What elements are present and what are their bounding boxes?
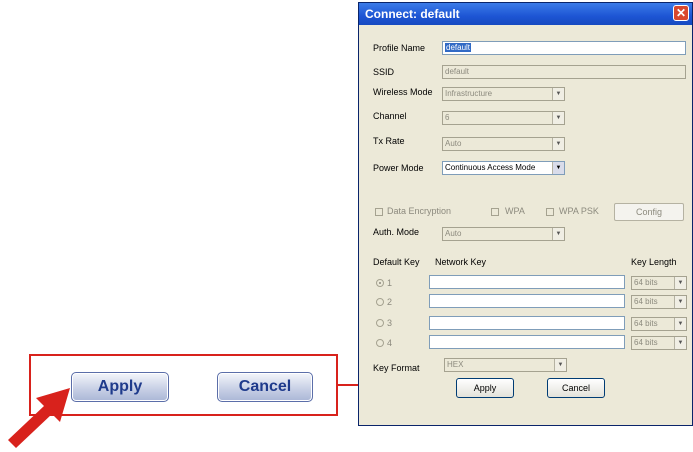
ssid-input[interactable]: default bbox=[442, 65, 686, 79]
key-radio-1[interactable] bbox=[376, 279, 384, 287]
profile-name-input[interactable]: default bbox=[442, 41, 686, 55]
pointer-arrow bbox=[8, 388, 70, 448]
key-num-3: 3 bbox=[387, 318, 393, 328]
key-format-label: Key Format bbox=[373, 363, 420, 373]
key-length-value-3: 64 bits bbox=[634, 319, 658, 328]
data-encryption-checkbox[interactable] bbox=[375, 208, 383, 216]
network-key-input-4[interactable] bbox=[429, 335, 625, 349]
power-mode-value: Continuous Access Mode bbox=[445, 163, 536, 172]
chevron-down-icon: ▼ bbox=[552, 138, 564, 150]
chevron-down-icon: ▼ bbox=[674, 318, 686, 330]
network-key-input-2[interactable] bbox=[429, 294, 625, 308]
auth-mode-label: Auth. Mode bbox=[373, 227, 420, 237]
channel-select[interactable]: 6 ▼ bbox=[442, 111, 565, 125]
wireless-mode-select[interactable]: Infrastructure ▼ bbox=[442, 87, 565, 101]
wireless-mode-value: Infrastructure bbox=[445, 89, 493, 98]
tx-rate-select[interactable]: Auto ▼ bbox=[442, 137, 565, 151]
chevron-down-icon: ▼ bbox=[552, 162, 564, 174]
key-format-select[interactable]: HEX ▼ bbox=[444, 358, 567, 372]
key-length-select-1[interactable]: 64 bits ▼ bbox=[631, 276, 687, 290]
config-button[interactable]: Config bbox=[614, 203, 684, 221]
chevron-down-icon: ▼ bbox=[554, 359, 566, 371]
ssid-label: SSID bbox=[373, 67, 395, 77]
apply-button[interactable]: Apply bbox=[456, 378, 514, 398]
profile-name-value: default bbox=[445, 43, 472, 52]
key-num-2: 2 bbox=[387, 297, 393, 307]
key-radio-4[interactable] bbox=[376, 339, 384, 347]
key-length-select-3[interactable]: 64 bits ▼ bbox=[631, 317, 687, 331]
dialog-title: Connect: default bbox=[365, 7, 460, 21]
network-key-header: Network Key bbox=[435, 257, 487, 267]
wpa-psk-checkbox[interactable] bbox=[546, 208, 554, 216]
key-num-4: 4 bbox=[387, 338, 393, 348]
chevron-down-icon: ▼ bbox=[674, 277, 686, 289]
channel-value: 6 bbox=[445, 113, 450, 122]
chevron-down-icon: ▼ bbox=[552, 112, 564, 124]
tx-rate-label: Tx Rate bbox=[373, 136, 405, 146]
network-key-input-1[interactable] bbox=[429, 275, 625, 289]
network-key-input-3[interactable] bbox=[429, 316, 625, 330]
chevron-down-icon: ▼ bbox=[552, 228, 564, 240]
key-length-value-4: 64 bits bbox=[634, 338, 658, 347]
key-radio-2[interactable] bbox=[376, 298, 384, 306]
key-radio-3[interactable] bbox=[376, 319, 384, 327]
key-num-1: 1 bbox=[387, 278, 393, 288]
key-length-value-1: 64 bits bbox=[634, 278, 658, 287]
key-length-header: Key Length bbox=[631, 257, 677, 267]
wpa-label: WPA bbox=[505, 206, 525, 216]
auth-mode-select[interactable]: Auto ▼ bbox=[442, 227, 565, 241]
wpa-psk-label: WPA PSK bbox=[559, 206, 599, 216]
wireless-mode-label: Wireless Mode bbox=[373, 87, 433, 97]
key-length-select-4[interactable]: 64 bits ▼ bbox=[631, 336, 687, 350]
power-mode-select[interactable]: Continuous Access Mode ▼ bbox=[442, 161, 565, 175]
chevron-down-icon: ▼ bbox=[674, 296, 686, 308]
wpa-checkbox[interactable] bbox=[491, 208, 499, 216]
close-icon[interactable]: ✕ bbox=[673, 5, 689, 21]
key-length-select-2[interactable]: 64 bits ▼ bbox=[631, 295, 687, 309]
connect-dialog: Connect: default ✕ Profile Name default … bbox=[358, 2, 693, 426]
auth-mode-value: Auto bbox=[445, 229, 462, 238]
dialog-titlebar: Connect: default ✕ bbox=[359, 3, 692, 25]
chevron-down-icon: ▼ bbox=[552, 88, 564, 100]
cancel-button[interactable]: Cancel bbox=[547, 378, 605, 398]
key-format-value: HEX bbox=[447, 360, 464, 369]
tx-rate-value: Auto bbox=[445, 139, 462, 148]
profile-name-label: Profile Name bbox=[373, 43, 426, 53]
channel-label: Channel bbox=[373, 111, 407, 121]
key-length-value-2: 64 bits bbox=[634, 297, 658, 306]
chevron-down-icon: ▼ bbox=[674, 337, 686, 349]
data-encryption-label: Data Encryption bbox=[387, 206, 452, 216]
default-key-header: Default Key bbox=[373, 257, 420, 267]
power-mode-label: Power Mode bbox=[373, 163, 424, 173]
